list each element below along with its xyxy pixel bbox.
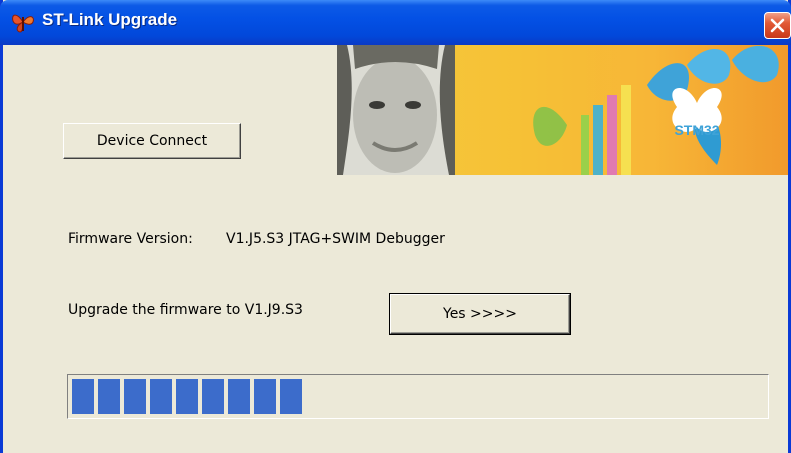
banner-art: STM32 xyxy=(337,45,779,175)
upgrade-prompt: Upgrade the firmware to V1.J9.S3 xyxy=(68,302,303,318)
device-connect-button[interactable]: Device Connect xyxy=(63,123,241,159)
progress-segment xyxy=(228,379,250,414)
title-bar[interactable]: ST-Link Upgrade xyxy=(0,0,791,45)
progress-segment xyxy=(124,379,146,414)
upgrade-progress-bar xyxy=(67,374,769,419)
stm32-logo: STM32 xyxy=(674,122,719,138)
progress-segment xyxy=(202,379,224,414)
yes-upgrade-button[interactable]: Yes >>>> xyxy=(389,293,571,335)
close-icon xyxy=(770,18,785,33)
progress-fill xyxy=(72,379,764,414)
progress-segment xyxy=(254,379,276,414)
progress-segment xyxy=(280,379,302,414)
progress-segment xyxy=(150,379,172,414)
butterfly-icon xyxy=(10,9,36,35)
progress-segment xyxy=(98,379,120,414)
firmware-version-label: Firmware Version: xyxy=(68,231,193,247)
progress-segment xyxy=(72,379,94,414)
firmware-version-value: V1.J5.S3 JTAG+SWIM Debugger xyxy=(226,231,445,247)
st-link-upgrade-window: ST-Link Upgrade STM32 Device Connect Fir… xyxy=(0,0,791,453)
window-title: ST-Link Upgrade xyxy=(42,10,178,29)
stm32-banner: STM32 xyxy=(337,45,788,175)
progress-segment xyxy=(176,379,198,414)
close-button[interactable] xyxy=(764,12,791,39)
portrait-face xyxy=(353,57,437,173)
